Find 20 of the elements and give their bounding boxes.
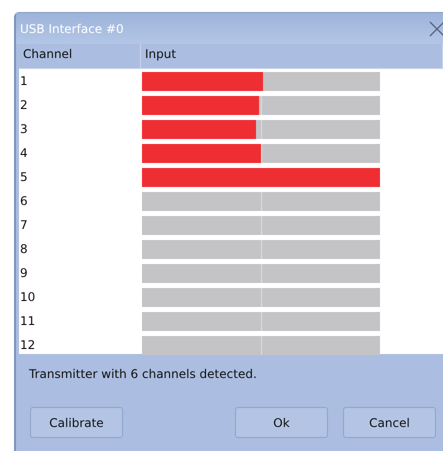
- column-header[interactable]: Channel: [19, 44, 141, 69]
- channel-number: 11: [19, 314, 36, 328]
- window-title: USB Interface #0: [20, 22, 125, 36]
- channel-number: 6: [19, 194, 29, 208]
- channel-number: 9: [19, 266, 29, 280]
- channel-number: 7: [19, 218, 29, 232]
- dialog-button[interactable]: Ok: [235, 407, 328, 438]
- channel-number: 8: [19, 242, 29, 256]
- channel-number: 10: [19, 290, 36, 304]
- channel-number: 2: [19, 98, 29, 112]
- dialog-button[interactable]: Cancel: [343, 407, 436, 438]
- channel-number: 4: [19, 146, 29, 160]
- channel-number: 12: [19, 338, 36, 352]
- channel-number: 1: [19, 74, 29, 88]
- status-text: Transmitter with 6 channels detected.: [28, 366, 258, 383]
- column-header[interactable]: Input: [141, 44, 443, 69]
- channel-number: 3: [19, 122, 29, 136]
- close-icon[interactable]: [427, 18, 443, 38]
- channel-number: 5: [19, 170, 29, 184]
- dialog-button[interactable]: Calibrate: [30, 407, 123, 438]
